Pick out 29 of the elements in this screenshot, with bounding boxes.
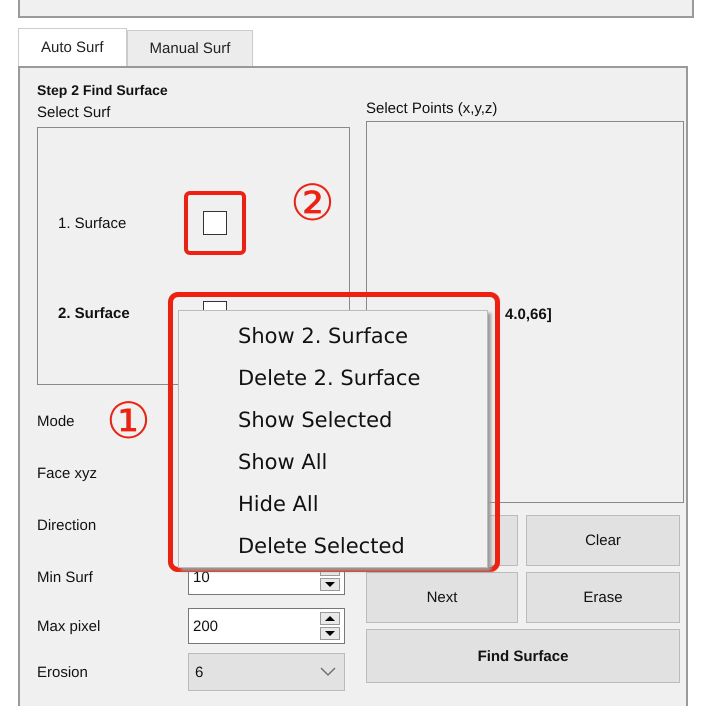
annotation-number: ① <box>106 396 151 446</box>
action-button[interactable]: Next <box>366 572 518 623</box>
step-title: Step 2 Find Surface <box>37 82 169 98</box>
group-label: Select Surf <box>37 104 112 121</box>
annotation-number: ② <box>290 178 335 228</box>
action-button[interactable]: Erase <box>526 572 680 623</box>
param-label: Min Surf <box>37 568 94 586</box>
param-label: Erosion <box>37 664 89 680</box>
menu-item[interactable]: Hide All <box>179 483 487 525</box>
menu-item[interactable]: Show Selected <box>179 399 487 441</box>
find-surface-button[interactable]: Find Surface <box>366 629 680 683</box>
menu-item[interactable]: Delete 2. Surface <box>179 357 487 399</box>
menu-item[interactable]: Show 2. Surface <box>179 315 487 357</box>
tab[interactable]: Manual Surf <box>126 30 254 66</box>
param-label: Max pixel <box>37 618 102 634</box>
spin-field[interactable]: 200 <box>188 608 345 644</box>
param-label: Direction <box>37 516 98 534</box>
chevron-icon <box>320 667 336 677</box>
param-label: Face xyz <box>37 464 98 482</box>
surface-label: 1. Surface <box>57 214 128 232</box>
surface-label: 2. Surface <box>57 304 131 322</box>
tab[interactable]: Auto Surf <box>18 28 127 66</box>
list-item[interactable]: 4.0,66] <box>505 306 552 323</box>
checkbox[interactable] <box>203 211 227 235</box>
menu-item[interactable]: Show All <box>179 441 487 483</box>
list-label: Select Points (x,y,z) <box>366 100 498 117</box>
param-label: Mode <box>37 412 76 430</box>
dropdown[interactable]: 6 <box>188 653 345 691</box>
action-button[interactable]: Clear <box>526 515 680 566</box>
